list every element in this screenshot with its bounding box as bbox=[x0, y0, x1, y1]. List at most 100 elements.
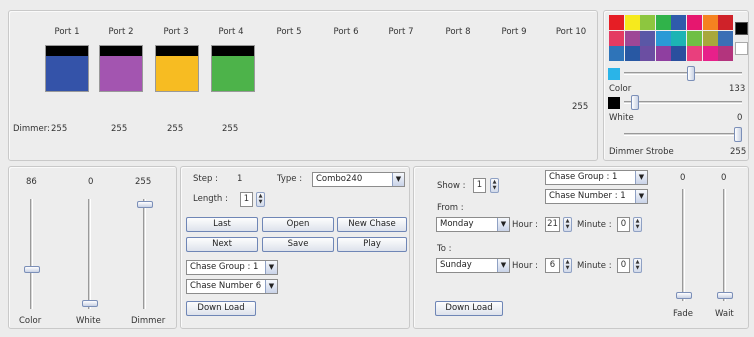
to-hour-input[interactable]: 6 bbox=[545, 258, 560, 273]
save-button[interactable]: Save bbox=[262, 237, 334, 252]
port-1-label: Port 1 bbox=[54, 27, 80, 37]
show-stepper[interactable]: ▲ ▼ bbox=[490, 178, 499, 193]
dimmer-vslider-track[interactable] bbox=[143, 199, 146, 309]
to-minute-input[interactable]: 0 bbox=[617, 258, 630, 273]
palette-color-cell[interactable] bbox=[655, 15, 671, 30]
palette-color-cell[interactable] bbox=[671, 46, 687, 61]
palette-color-cell[interactable] bbox=[640, 15, 656, 30]
chevron-down-icon[interactable]: ▼ bbox=[497, 259, 509, 272]
chase-group-select[interactable]: Chase Group : 1 ▼ bbox=[186, 260, 278, 275]
white-vslider-thumb[interactable] bbox=[82, 300, 98, 307]
length-input[interactable]: 1 bbox=[240, 192, 253, 207]
color-slider-track[interactable] bbox=[624, 72, 742, 75]
from-hour-input[interactable]: 21 bbox=[545, 217, 560, 232]
palette-color-cell[interactable] bbox=[640, 46, 656, 61]
from-label: From : bbox=[437, 203, 464, 213]
to-hour-stepper[interactable]: ▲ ▼ bbox=[563, 258, 572, 273]
chevron-down-icon[interactable]: ▼ bbox=[265, 280, 277, 293]
show-input[interactable]: 1 bbox=[473, 178, 486, 193]
from-minute-input[interactable]: 0 bbox=[617, 217, 630, 232]
palette-color-cell[interactable] bbox=[702, 46, 718, 61]
strobe-value: 255 bbox=[730, 147, 747, 157]
port-2-swatch[interactable] bbox=[99, 45, 143, 92]
palette-color-cell[interactable] bbox=[687, 46, 702, 61]
palette-color-cell[interactable] bbox=[671, 30, 687, 46]
port-3-label: Port 3 bbox=[163, 27, 189, 37]
white-black-swatch bbox=[608, 97, 620, 109]
chevron-down-icon[interactable]: ▼ bbox=[635, 171, 647, 184]
white-vslider-track[interactable] bbox=[88, 199, 91, 309]
palette-color-cell[interactable] bbox=[702, 15, 718, 30]
type-select[interactable]: Combo240 ▼ bbox=[312, 172, 405, 187]
color-slider-thumb[interactable] bbox=[687, 66, 695, 81]
palette-color-cell[interactable] bbox=[609, 46, 624, 61]
wait-vslider-thumb[interactable] bbox=[717, 292, 733, 299]
chevron-down-icon[interactable]: ▼ bbox=[635, 190, 647, 203]
step-value: 1 bbox=[237, 174, 243, 184]
palette-color-cell[interactable] bbox=[718, 15, 734, 30]
download-button[interactable]: Down Load bbox=[186, 301, 256, 316]
from-hour-label: Hour : bbox=[512, 220, 539, 230]
port-5-label: Port 5 bbox=[276, 27, 302, 37]
palette-color-cell[interactable] bbox=[655, 30, 671, 46]
wait-vslider-track[interactable] bbox=[723, 189, 726, 301]
palette-color-cell[interactable] bbox=[640, 30, 656, 46]
palette-color-cell[interactable] bbox=[702, 30, 718, 46]
port-4-label: Port 4 bbox=[218, 27, 244, 37]
white-slider-thumb[interactable] bbox=[631, 95, 639, 110]
schedule-chase-group-select[interactable]: Chase Group : 1 ▼ bbox=[545, 170, 648, 185]
next-button[interactable]: Next bbox=[186, 237, 258, 252]
color-palette-grid[interactable] bbox=[609, 15, 735, 61]
palette-color-cell[interactable] bbox=[609, 30, 624, 46]
palette-color-cell[interactable] bbox=[718, 30, 734, 46]
schedule-download-button[interactable]: Down Load bbox=[435, 301, 503, 316]
strobe-slider-thumb[interactable] bbox=[734, 127, 742, 142]
fade-vslider-thumb[interactable] bbox=[676, 292, 692, 299]
play-button[interactable]: Play bbox=[337, 237, 407, 252]
last-button[interactable]: Last bbox=[186, 217, 258, 232]
chevron-down-icon[interactable]: ▼ bbox=[392, 173, 404, 186]
open-button[interactable]: Open bbox=[262, 217, 334, 232]
new-chase-button[interactable]: New Chase bbox=[337, 217, 407, 232]
dimmer-vslider-thumb[interactable] bbox=[137, 201, 153, 208]
strobe-slider-track[interactable] bbox=[624, 133, 742, 136]
chevron-down-icon[interactable]: ▼ bbox=[497, 218, 509, 231]
color-vslider-track[interactable] bbox=[30, 199, 33, 309]
palette-color-cell[interactable] bbox=[624, 46, 640, 61]
palette-color-cell[interactable] bbox=[671, 15, 687, 30]
selected-color-swatch bbox=[608, 68, 620, 80]
from-hour-stepper[interactable]: ▲ ▼ bbox=[563, 217, 572, 232]
ports-right-value: 255 bbox=[572, 102, 589, 112]
white-label: White bbox=[609, 113, 634, 123]
palette-color-cell[interactable] bbox=[718, 46, 734, 61]
to-day-select[interactable]: Sunday ▼ bbox=[436, 258, 510, 273]
fade-vslider-track[interactable] bbox=[682, 189, 685, 301]
white-slider-track[interactable] bbox=[624, 101, 742, 104]
to-minute-stepper[interactable]: ▲ ▼ bbox=[633, 258, 642, 273]
to-minute-label: Minute : bbox=[577, 261, 612, 271]
palette-color-cell[interactable] bbox=[624, 15, 640, 30]
palette-color-cell[interactable] bbox=[624, 30, 640, 46]
palette-color-cell[interactable] bbox=[655, 46, 671, 61]
palette-color-cell[interactable] bbox=[609, 15, 624, 30]
from-day-select[interactable]: Monday ▼ bbox=[436, 217, 510, 232]
port-10-label: Port 10 bbox=[555, 27, 587, 37]
fade-label: Fade bbox=[673, 309, 693, 319]
from-minute-stepper[interactable]: ▲ ▼ bbox=[633, 217, 642, 232]
chase-number-select[interactable]: Chase Number 6 ▼ bbox=[186, 279, 278, 294]
show-label: Show : bbox=[437, 181, 466, 191]
color-slider-label: Color bbox=[19, 316, 42, 326]
palette-color-cell[interactable] bbox=[687, 15, 702, 30]
black-swatch[interactable] bbox=[735, 22, 748, 35]
length-stepper[interactable]: ▲ ▼ bbox=[256, 192, 265, 207]
port-6-label: Port 6 bbox=[333, 27, 359, 37]
schedule-chase-number-select[interactable]: Chase Number : 1 ▼ bbox=[545, 189, 648, 204]
port-1-swatch[interactable] bbox=[45, 45, 89, 92]
port-3-swatch[interactable] bbox=[155, 45, 199, 92]
palette-color-cell[interactable] bbox=[687, 30, 702, 46]
port-4-swatch[interactable] bbox=[211, 45, 255, 92]
white-swatch[interactable] bbox=[735, 42, 748, 55]
chevron-down-icon[interactable]: ▼ bbox=[265, 261, 277, 274]
color-label: Color bbox=[609, 84, 632, 94]
color-vslider-thumb[interactable] bbox=[24, 266, 40, 273]
